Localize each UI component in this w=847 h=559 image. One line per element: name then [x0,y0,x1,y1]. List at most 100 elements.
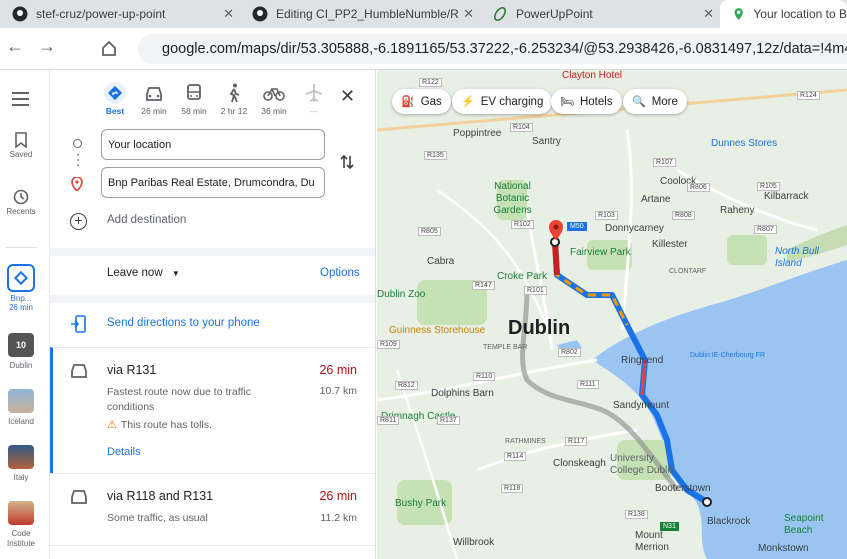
origin-input[interactable]: Your location [101,129,325,160]
map-label: Dublin IE-Cherbourg FR [690,352,766,359]
route-option-3[interactable] [50,545,375,559]
menu-icon[interactable] [12,92,29,106]
warning-icon: ⚠ [107,419,117,431]
rail-divider [5,247,37,248]
route-description: Some traffic, as usual [107,512,208,524]
close-directions-icon[interactable]: ✕ [340,86,355,107]
tab-title: stef-cruz/power-up-point [36,7,166,21]
add-destination-button[interactable]: Add destination [107,214,186,226]
route-option-1[interactable]: via R131 26 min Fastest route now due to… [50,347,375,473]
url-field[interactable]: google.com/maps/dir/53.305888,-6.1891165… [138,34,847,64]
road-label: R114 [504,452,527,461]
recent-item-label: Iceland [8,417,34,426]
send-to-phone-icon [71,315,86,333]
recents-button[interactable]: Recents [0,189,42,216]
close-tab-icon[interactable]: ✕ [703,6,714,22]
route-details-link[interactable]: Details [107,446,141,458]
mode-flights[interactable]: — [294,82,334,116]
bus-icon [187,84,201,100]
destination-value: Bnp Paribas Real Estate, Drumcondra, Du [108,176,315,189]
leave-now-dropdown[interactable]: Leave now ▼ [107,267,180,279]
destination-marker-icon[interactable] [549,220,563,240]
map-label: Guinness Storehouse [389,325,486,336]
send-directions-link[interactable]: Send directions to your phone [107,317,260,329]
github-icon [12,6,28,22]
github-icon [252,6,268,22]
recent-item-iceland[interactable]: Iceland [0,389,42,426]
car-icon [146,87,162,101]
url-text: google.com/maps/dir/53.305888,-6.1891165… [162,41,847,57]
road-label: R806 [687,183,710,192]
bicycle-icon [263,88,285,101]
map-label: Seapoint Beach [784,513,824,536]
more-chip[interactable]: 🔍 More [623,89,687,114]
hotel-icon: 🛏 [560,96,574,108]
recent-item-label: Italy [13,473,29,482]
mode-label: 58 min [181,106,207,116]
mode-driving[interactable]: 26 min [134,82,174,116]
close-tab-icon[interactable]: ✕ [223,6,234,22]
road-label: R118 [501,484,524,493]
road-label: R807 [754,225,777,234]
swap-icon[interactable] [340,154,354,170]
directions-panel: Best 26 min 58 min 2 hr 12 36 min — ✕ Yo… [50,70,376,559]
code-institute-thumbnail [8,501,34,525]
map-label: Fairview Park [570,247,631,258]
home-icon[interactable] [100,39,118,57]
map-label: Blackrock [707,516,751,527]
close-tab-icon[interactable]: ✕ [463,6,474,22]
map-label: Poppintree [453,128,502,139]
tab-editing[interactable]: Editing CI_PP2_HumbleNumble/R ✕ [240,0,480,28]
map-canvas[interactable]: ⛽ Gas ⚡ EV charging 🛏 Hotels 🔍 More Dublin P… [377,70,847,559]
road-label: R808 [672,211,695,220]
origin-dot-icon [73,139,82,148]
map-label: Monkstown [758,543,809,554]
iceland-thumbnail [8,389,34,413]
road-label: R107 [653,158,676,167]
dublin-thumbnail: 10 [8,333,34,357]
road-label: R138 [625,510,648,519]
search-icon: 🔍 [632,96,646,108]
forward-icon[interactable]: → [38,36,56,57]
tab-powerup[interactable]: PowerUpPoint ✕ [480,0,720,28]
address-bar: ← → google.com/maps/dir/53.305888,-6.189… [0,28,847,70]
hotels-chip[interactable]: 🛏 Hotels [551,89,622,114]
leaf-icon [494,7,506,21]
recent-item-dublin[interactable]: 10 Dublin [0,333,42,370]
dropdown-arrow-icon: ▼ [171,269,180,278]
saved-button[interactable]: Saved [0,132,42,159]
chip-label: EV charging [480,95,544,108]
maps-side-rail: Saved Recents Bnp... 26 min 10 Dublin Ic… [0,70,50,559]
ev-charging-chip[interactable]: ⚡ EV charging [452,89,553,114]
back-icon[interactable]: ← [6,36,24,57]
recent-item-label: Dublin [9,361,33,370]
recent-item-code-institute[interactable]: Code Institute [0,501,42,549]
road-label: R137 [437,416,460,425]
add-destination-icon[interactable]: + [70,213,87,230]
mode-cycling[interactable]: 36 min [254,82,294,116]
airplane-icon [305,84,323,102]
route-option-2[interactable]: via R118 and R131 26 min Some traffic, a… [50,473,375,545]
road-label: R147 [472,281,495,290]
mode-walking[interactable]: 2 hr 12 [214,82,254,116]
directions-icon [104,82,126,104]
route-via: via R118 and R131 [107,489,214,503]
recent-item-italy[interactable]: Italy [0,445,42,482]
tab-power-up-point[interactable]: stef-cruz/power-up-point ✕ [0,0,240,28]
recent-item-label: Code Institute [6,529,35,548]
history-icon [13,189,29,205]
options-button[interactable]: Options [320,267,360,279]
recent-item-label: Bnp... [10,294,32,303]
destination-input[interactable]: Bnp Paribas Real Estate, Drumcondra, Du [101,167,325,198]
destination-pin-icon [71,177,83,191]
road-label: R104 [510,123,533,132]
recent-item-bnp[interactable]: Bnp... 26 min [0,264,42,312]
mode-best[interactable]: Best [95,82,135,116]
map-label: North Bull Island [775,246,819,269]
mode-label: Best [105,106,125,116]
tab-maps[interactable]: Your location to B [720,0,847,28]
road-label: R111 [577,380,599,389]
gas-chip[interactable]: ⛽ Gas [392,89,451,114]
chip-label: More [651,95,678,108]
mode-transit[interactable]: 58 min [174,82,214,116]
